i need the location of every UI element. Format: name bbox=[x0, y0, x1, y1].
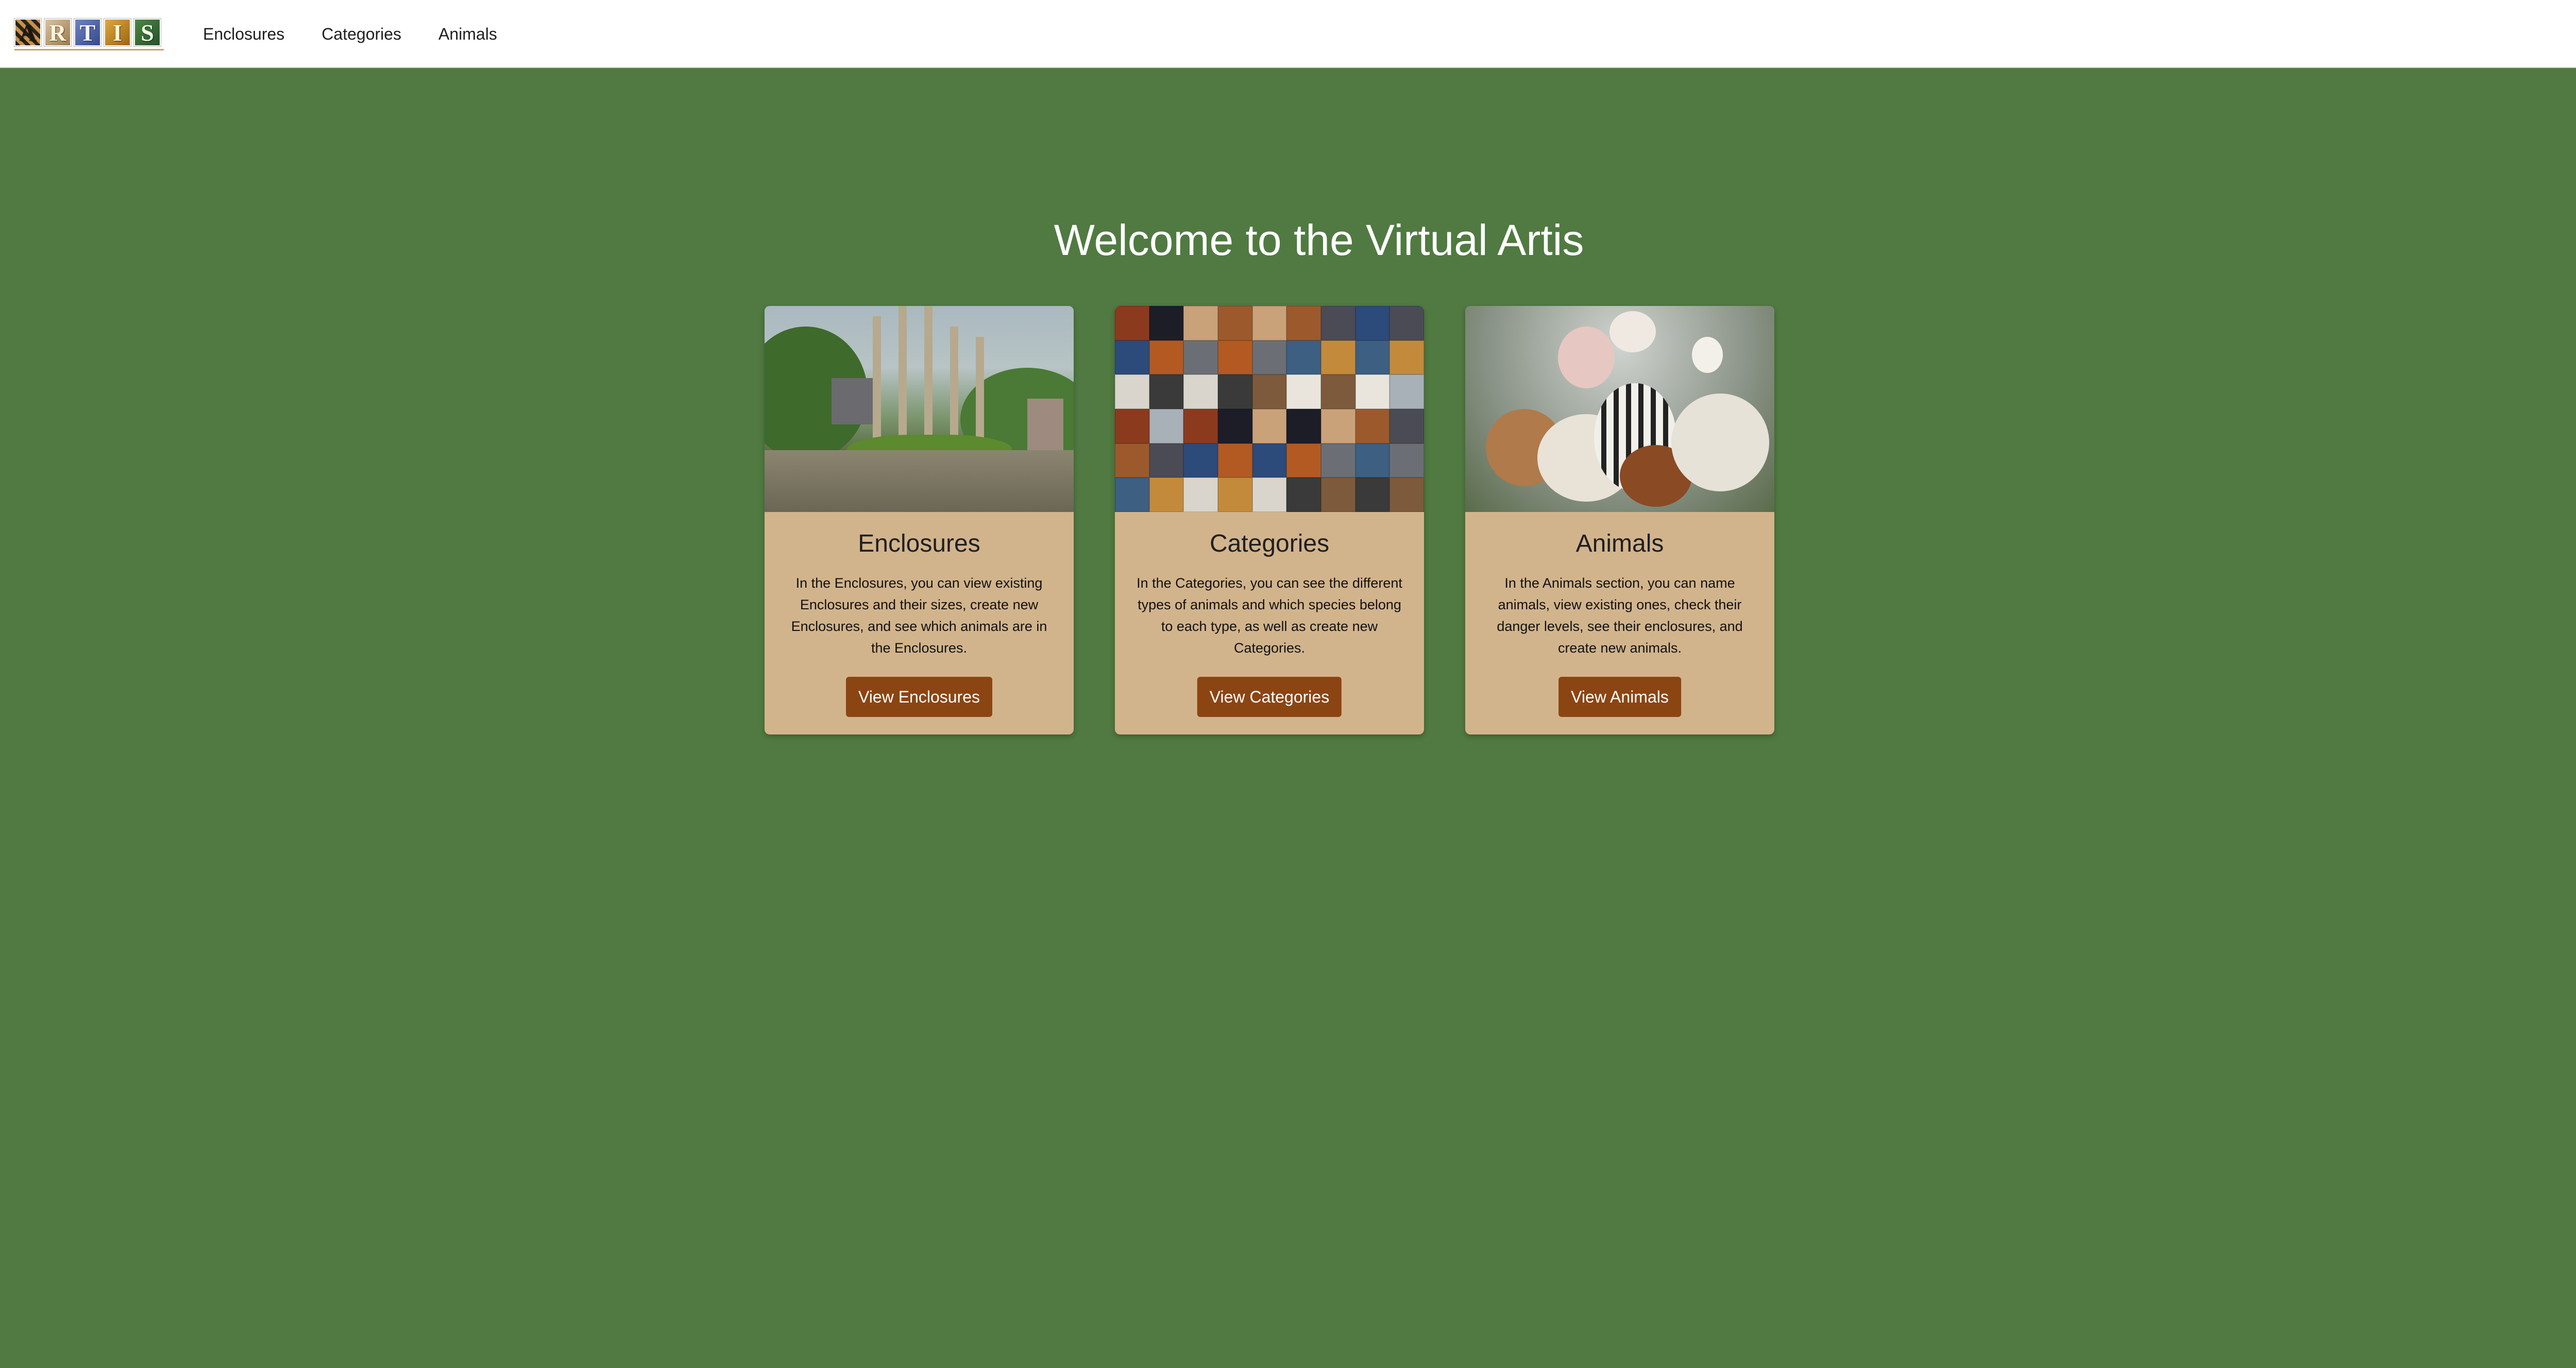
animals-card: Animals In the Animals section, you can … bbox=[1465, 306, 1774, 734]
enclosure-image bbox=[765, 306, 1074, 512]
animal-thumbnail bbox=[1355, 374, 1390, 409]
animal-thumbnail bbox=[1149, 443, 1184, 478]
animal-thumbnail bbox=[1149, 374, 1184, 409]
animal-thumbnail bbox=[1217, 340, 1252, 375]
animal-thumbnail bbox=[1183, 340, 1218, 375]
animal-thumbnail bbox=[1115, 443, 1149, 478]
animal-thumbnail bbox=[1355, 477, 1390, 512]
animal-thumbnail bbox=[1183, 477, 1218, 512]
logo-tile-a: A bbox=[14, 19, 41, 46]
animal-thumbnail bbox=[1115, 477, 1149, 512]
animal-thumbnail bbox=[1320, 340, 1355, 375]
page-title: Welcome to the Virtual Artis bbox=[1054, 216, 1584, 264]
animal-thumbnail bbox=[1286, 306, 1321, 340]
animal-thumbnail bbox=[1355, 306, 1390, 340]
animal-thumbnail bbox=[1320, 306, 1355, 340]
animal-thumbnail bbox=[1115, 408, 1149, 443]
animal-thumbnail bbox=[1389, 443, 1424, 478]
animal-thumbnail bbox=[1217, 306, 1252, 340]
animal-thumbnail bbox=[1320, 408, 1355, 443]
animal-thumbnail bbox=[1389, 408, 1424, 443]
nav-link-enclosures[interactable]: Enclosures bbox=[203, 25, 284, 44]
animal-thumbnail bbox=[1217, 443, 1252, 478]
animal-thumbnail bbox=[1183, 408, 1218, 443]
animal-thumbnail bbox=[1115, 340, 1149, 375]
categories-mosaic-image bbox=[1115, 306, 1424, 512]
animal-thumbnail bbox=[1149, 306, 1184, 340]
animal-thumbnail bbox=[1286, 408, 1321, 443]
animal-thumbnail bbox=[1183, 443, 1218, 478]
animal-thumbnail bbox=[1252, 306, 1287, 340]
animal-thumbnail bbox=[1355, 340, 1390, 375]
card-title: Categories bbox=[1209, 530, 1330, 557]
logo-tile-t: T bbox=[74, 19, 101, 46]
card-title: Enclosures bbox=[858, 530, 980, 557]
animal-thumbnail bbox=[1252, 374, 1287, 409]
animal-thumbnail bbox=[1252, 443, 1287, 478]
card-title: Animals bbox=[1575, 530, 1664, 557]
animal-thumbnail bbox=[1286, 443, 1321, 478]
animal-thumbnail bbox=[1286, 477, 1321, 512]
animal-thumbnail bbox=[1217, 408, 1252, 443]
nav-link-animals[interactable]: Animals bbox=[438, 25, 497, 44]
categories-card: Categories In the Categories, you can se… bbox=[1115, 306, 1424, 734]
animal-thumbnail bbox=[1286, 374, 1321, 409]
animal-thumbnail bbox=[1252, 477, 1287, 512]
animal-thumbnail bbox=[1183, 306, 1218, 340]
view-categories-button[interactable]: View Categories bbox=[1197, 677, 1342, 717]
animal-thumbnail bbox=[1252, 408, 1287, 443]
animal-thumbnail bbox=[1115, 306, 1149, 340]
card-description: In the Enclosures, you can view existing… bbox=[791, 575, 1047, 656]
logo-tile-i: I bbox=[104, 19, 131, 46]
enclosures-card: Enclosures In the Enclosures, you can vi… bbox=[765, 306, 1074, 734]
animal-thumbnail bbox=[1389, 340, 1424, 375]
view-enclosures-button[interactable]: View Enclosures bbox=[846, 677, 992, 717]
logo-tile-r: R bbox=[44, 19, 71, 46]
animal-thumbnail bbox=[1389, 477, 1424, 512]
animal-thumbnail bbox=[1320, 443, 1355, 478]
view-animals-button[interactable]: View Animals bbox=[1558, 677, 1681, 717]
animal-thumbnail bbox=[1149, 477, 1184, 512]
animal-thumbnail bbox=[1286, 340, 1321, 375]
animal-thumbnail bbox=[1320, 477, 1355, 512]
animal-thumbnail bbox=[1183, 374, 1218, 409]
logo-tile-s: S bbox=[134, 19, 161, 46]
animal-thumbnail bbox=[1355, 408, 1390, 443]
animals-image bbox=[1465, 306, 1774, 512]
nav-link-categories[interactable]: Categories bbox=[321, 25, 401, 44]
animal-thumbnail bbox=[1355, 443, 1390, 478]
nav-links: Enclosures Categories Animals bbox=[203, 0, 497, 68]
artis-logo[interactable]: A R T I S bbox=[14, 19, 164, 50]
animal-thumbnail bbox=[1252, 340, 1287, 375]
animal-thumbnail bbox=[1217, 477, 1252, 512]
animal-thumbnail bbox=[1217, 374, 1252, 409]
animal-thumbnail bbox=[1320, 374, 1355, 409]
animal-thumbnail bbox=[1389, 306, 1424, 340]
animal-thumbnail bbox=[1149, 408, 1184, 443]
animal-thumbnail bbox=[1389, 374, 1424, 409]
animal-thumbnail bbox=[1149, 340, 1184, 375]
top-navbar: A R T I S Enclosures Categories Animals bbox=[0, 0, 2576, 68]
animal-thumbnail bbox=[1115, 374, 1149, 409]
card-description: In the Animals section, you can name ani… bbox=[1497, 575, 1743, 656]
card-description: In the Categories, you can see the diffe… bbox=[1137, 575, 1402, 656]
